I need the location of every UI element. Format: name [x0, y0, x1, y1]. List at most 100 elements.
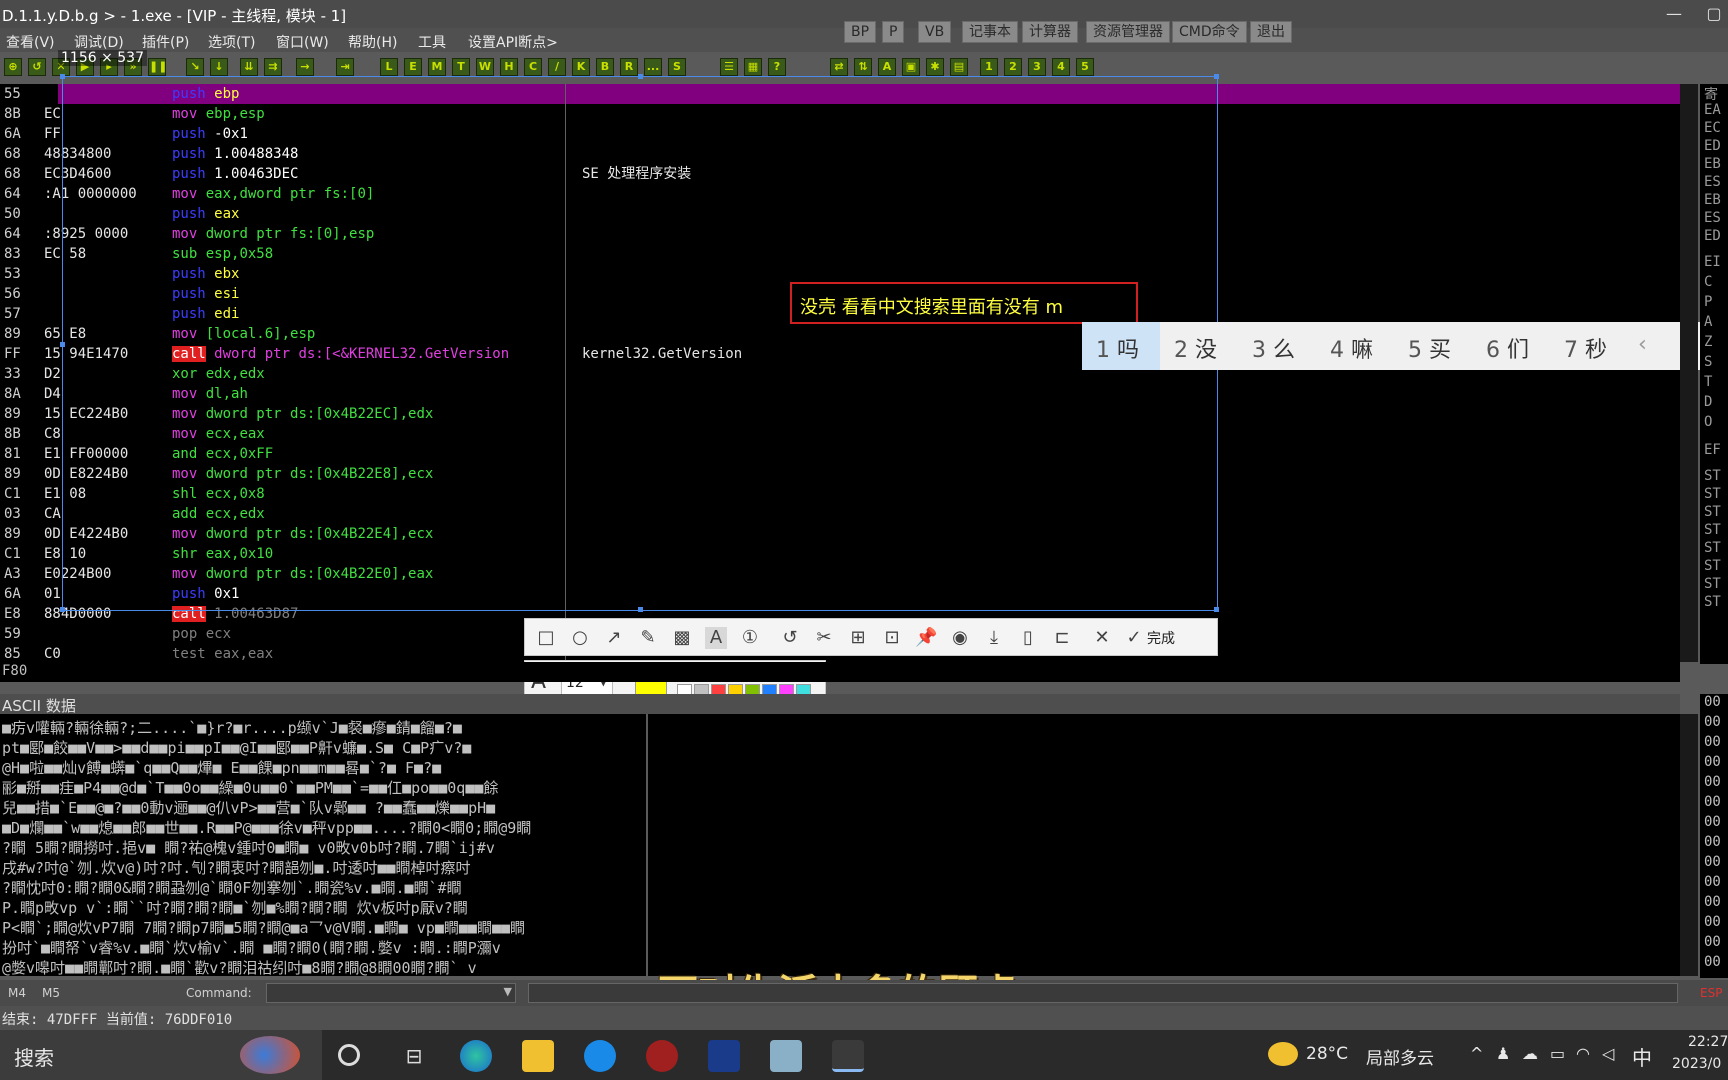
trace-into-icon[interactable]: ⇊: [240, 58, 258, 76]
clock-date[interactable]: 2023/0: [1672, 1056, 1721, 1072]
pause-icon[interactable]: ❚❚: [148, 58, 167, 76]
download-icon[interactable]: ⤓: [983, 627, 1005, 649]
ime-candidate[interactable]: 5 买: [1408, 332, 1451, 364]
menu-view[interactable]: 查看(V): [6, 32, 55, 52]
ellipse-tool-icon[interactable]: ○: [569, 627, 591, 649]
options-grid-icon[interactable]: ☰: [720, 58, 738, 76]
calculator-button[interactable]: 计算器: [1022, 21, 1078, 43]
tray-person-icon[interactable]: ♟: [1496, 1044, 1510, 1063]
stack-pane[interactable]: 00 00 00 00 00 00 00 00 00 00 00 00 00 00: [1700, 694, 1728, 978]
ascii-dump-pane[interactable]: ■疠v嚾輛?輛徐輛?;二....`■}r?■r....p缬v`J■裻■瘮■錆■餾…: [0, 714, 646, 976]
weather-icon[interactable]: [1268, 1042, 1298, 1066]
memory-window-icon[interactable]: M: [428, 58, 446, 76]
tray-battery-icon[interactable]: ▭: [1550, 1044, 1565, 1063]
tray-cloud-icon[interactable]: ☁: [1522, 1044, 1538, 1063]
sort-icon[interactable]: ⇅: [854, 58, 872, 76]
maximize-button[interactable]: ▢: [1694, 0, 1728, 28]
rectangle-tool-icon[interactable]: □: [535, 627, 557, 649]
restart-icon[interactable]: ↺: [28, 58, 46, 76]
hex-icon[interactable]: ▣: [902, 58, 920, 76]
open-icon[interactable]: ⊕: [4, 58, 22, 76]
references-window-icon[interactable]: R: [620, 58, 638, 76]
pen-tool-icon[interactable]: ✎: [637, 627, 659, 649]
app-debugger-icon[interactable]: [832, 1040, 864, 1072]
ime-candidate[interactable]: 1 吗: [1096, 332, 1139, 364]
check-icon[interactable]: ✓: [1123, 627, 1145, 649]
slot-2-icon[interactable]: 2: [1004, 58, 1022, 76]
resize-handle[interactable]: [638, 607, 643, 612]
device-icon[interactable]: ▯: [1017, 627, 1039, 649]
weather-temp[interactable]: 28°C: [1306, 1044, 1348, 1064]
patches-window-icon[interactable]: /: [548, 58, 566, 76]
ime-candidate[interactable]: 2 没: [1174, 332, 1217, 364]
menu-options[interactable]: 选项(T): [208, 32, 255, 52]
cortana-icon[interactable]: [338, 1044, 360, 1066]
slot-1-icon[interactable]: 1: [980, 58, 998, 76]
tray-volume-icon[interactable]: ◁: [1602, 1044, 1614, 1063]
trace-over-icon[interactable]: ⇉: [264, 58, 282, 76]
ascii-header-label[interactable]: ASCII 数据: [2, 695, 76, 716]
weather-desc[interactable]: 局部多云: [1366, 1044, 1434, 1069]
notepad-button[interactable]: 记事本: [962, 21, 1018, 43]
done-button[interactable]: 完成: [1147, 628, 1175, 648]
translate-icon[interactable]: ⊡: [881, 627, 903, 649]
p-button[interactable]: P: [882, 21, 905, 43]
app-window-icon[interactable]: [708, 1040, 740, 1072]
cpu-window-icon[interactable]: C: [524, 58, 542, 76]
windows-window-icon[interactable]: W: [476, 58, 494, 76]
ime-candidate[interactable]: 6 们: [1486, 332, 1529, 364]
resize-handle[interactable]: [1214, 74, 1219, 79]
app-mask-icon[interactable]: [646, 1040, 678, 1072]
minimize-button[interactable]: —: [1654, 0, 1694, 28]
slot-4-icon[interactable]: 4: [1052, 58, 1070, 76]
trace-icon[interactable]: ↓: [210, 58, 228, 76]
cmd-button[interactable]: CMD命令: [1172, 21, 1247, 43]
undo-icon[interactable]: ↺: [779, 627, 801, 649]
number-tool-icon[interactable]: ①: [739, 627, 761, 649]
run-trace-window-icon[interactable]: ...: [644, 58, 662, 76]
call-stack-window-icon[interactable]: K: [572, 58, 590, 76]
taskbar-search[interactable]: 搜索: [0, 1030, 322, 1080]
tray-wifi-icon[interactable]: ◠: [1576, 1044, 1590, 1063]
menu-tools[interactable]: 工具: [418, 32, 446, 52]
disassembly-scrollbar[interactable]: [1680, 84, 1698, 662]
m4-label[interactable]: M4: [8, 986, 26, 1000]
screenshot-selection-box[interactable]: [60, 74, 1219, 612]
exit-button[interactable]: 退出: [1250, 21, 1292, 43]
slot-3-icon[interactable]: 3: [1028, 58, 1046, 76]
resize-handle[interactable]: [60, 607, 65, 612]
vb-button[interactable]: VB: [918, 21, 952, 43]
resize-handle[interactable]: [60, 342, 65, 347]
binary-icon[interactable]: ▤: [950, 58, 968, 76]
handles-window-icon[interactable]: H: [500, 58, 518, 76]
ocr-icon[interactable]: ⊞: [847, 627, 869, 649]
slot-5-icon[interactable]: 5: [1076, 58, 1094, 76]
menu-plugins[interactable]: 插件(P): [142, 32, 189, 52]
mosaic-tool-icon[interactable]: ▩: [671, 627, 693, 649]
pin-icon[interactable]: 📌: [915, 627, 937, 649]
menu-set-api-breakpoint[interactable]: 设置API断点>: [468, 32, 558, 52]
log-window-icon[interactable]: L: [380, 58, 398, 76]
registers-pane[interactable]: 寄 EA EC ED EB ES EB ES ED EI C P A Z S T D O EF ST ST ST ST ST S…: [1700, 84, 1728, 664]
bookmark-icon[interactable]: ⊏: [1051, 627, 1073, 649]
ime-prev-page-button[interactable]: ‹: [1638, 332, 1647, 357]
file-explorer-icon[interactable]: [522, 1040, 554, 1072]
dump-pane-right[interactable]: [648, 714, 1680, 976]
record-icon[interactable]: ◉: [949, 627, 971, 649]
bp-button[interactable]: BP: [844, 21, 877, 43]
swap-icon[interactable]: ⇄: [830, 58, 848, 76]
annotation-text-box[interactable]: 没壳 看看中文搜索里面有没有 m: [790, 282, 1138, 324]
settings-grid-icon[interactable]: ▦: [744, 58, 762, 76]
ime-candidate[interactable]: 7 秒: [1564, 332, 1607, 364]
tray-chevron-icon[interactable]: ^: [1470, 1044, 1483, 1063]
m5-label[interactable]: M5: [42, 986, 60, 1000]
breakpoints-window-icon[interactable]: B: [596, 58, 614, 76]
goto-icon[interactable]: ⇥: [336, 58, 354, 76]
ime-candidate[interactable]: 3 么: [1252, 332, 1295, 364]
dump-scrollbar[interactable]: [1680, 714, 1698, 976]
edge-browser-icon[interactable]: [460, 1040, 492, 1072]
ime-indicator[interactable]: 中: [1632, 1042, 1652, 1071]
resize-handle[interactable]: [638, 74, 643, 79]
ime-candidate[interactable]: 4 嘛: [1330, 332, 1373, 364]
threads-window-icon[interactable]: T: [452, 58, 470, 76]
